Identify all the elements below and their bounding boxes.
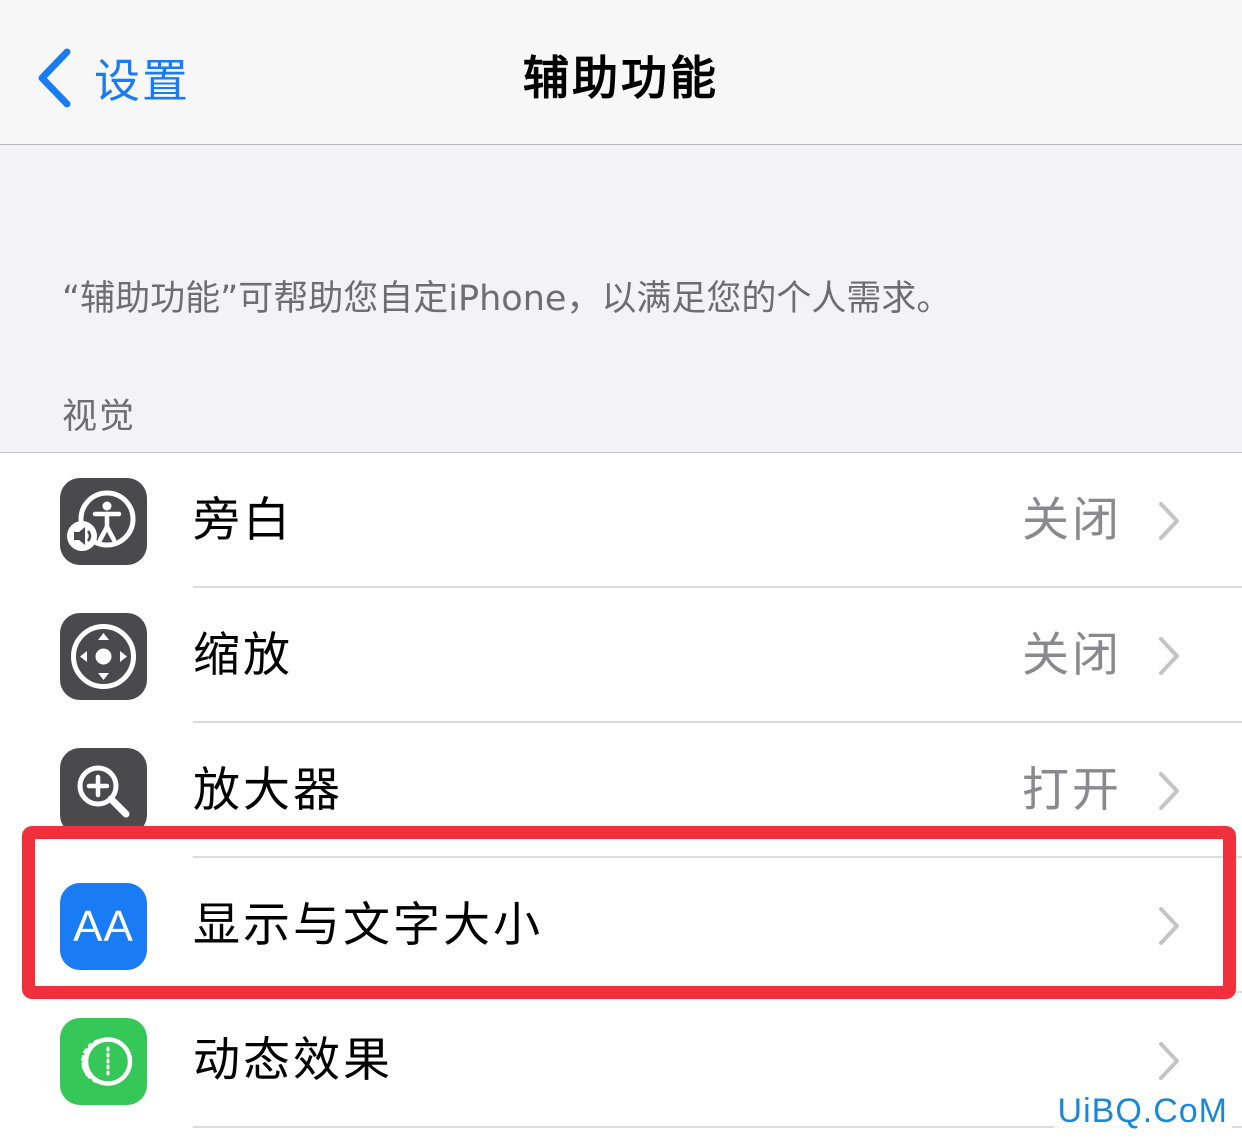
- list-item-value: 关闭: [1022, 493, 1122, 548]
- list-item-label: 显示与文字大小: [193, 898, 543, 953]
- section-header-vision: 视觉: [62, 397, 137, 437]
- navigation-bar: 设置 辅助功能: [0, 0, 1242, 145]
- chevron-right-icon: [1159, 637, 1179, 675]
- chevron-right-icon: [1159, 772, 1179, 810]
- zoom-icon: [60, 613, 147, 700]
- list-item-magnifier[interactable]: 放大器 打开: [0, 723, 1242, 858]
- page-description: “辅助功能”可帮助您自定iPhone，以满足您的个人需求。: [62, 279, 952, 319]
- magnifier-icon: [60, 748, 147, 835]
- voiceover-icon: [60, 478, 147, 565]
- chevron-right-icon: [1159, 502, 1179, 540]
- list-item-zoom[interactable]: 缩放 关闭: [0, 588, 1242, 723]
- list-item-label: 旁白: [193, 493, 293, 548]
- list-item-value: 关闭: [1022, 628, 1122, 683]
- motion-icon: [60, 1018, 147, 1105]
- list-item-label: 缩放: [193, 628, 293, 683]
- chevron-right-icon: [1159, 1042, 1179, 1080]
- list-item-value: 打开: [1022, 763, 1122, 818]
- display-text-size-icon: AA: [60, 883, 147, 970]
- list-item-voiceover[interactable]: 旁白 关闭: [0, 453, 1242, 588]
- page-title: 辅助功能: [523, 51, 719, 105]
- watermark: UiBQ.CoM: [1053, 1092, 1232, 1131]
- settings-list: 旁白 关闭 缩放 关闭 放大器 打开 AA 显示与文字大小 动态效果: [0, 452, 1242, 1138]
- display-text-size-icon-text: AA: [73, 901, 134, 951]
- chevron-right-icon: [1159, 907, 1179, 945]
- list-item-label: 动态效果: [193, 1033, 393, 1088]
- list-item-label: 放大器: [193, 763, 343, 818]
- list-item-display-text-size[interactable]: AA 显示与文字大小: [0, 858, 1242, 993]
